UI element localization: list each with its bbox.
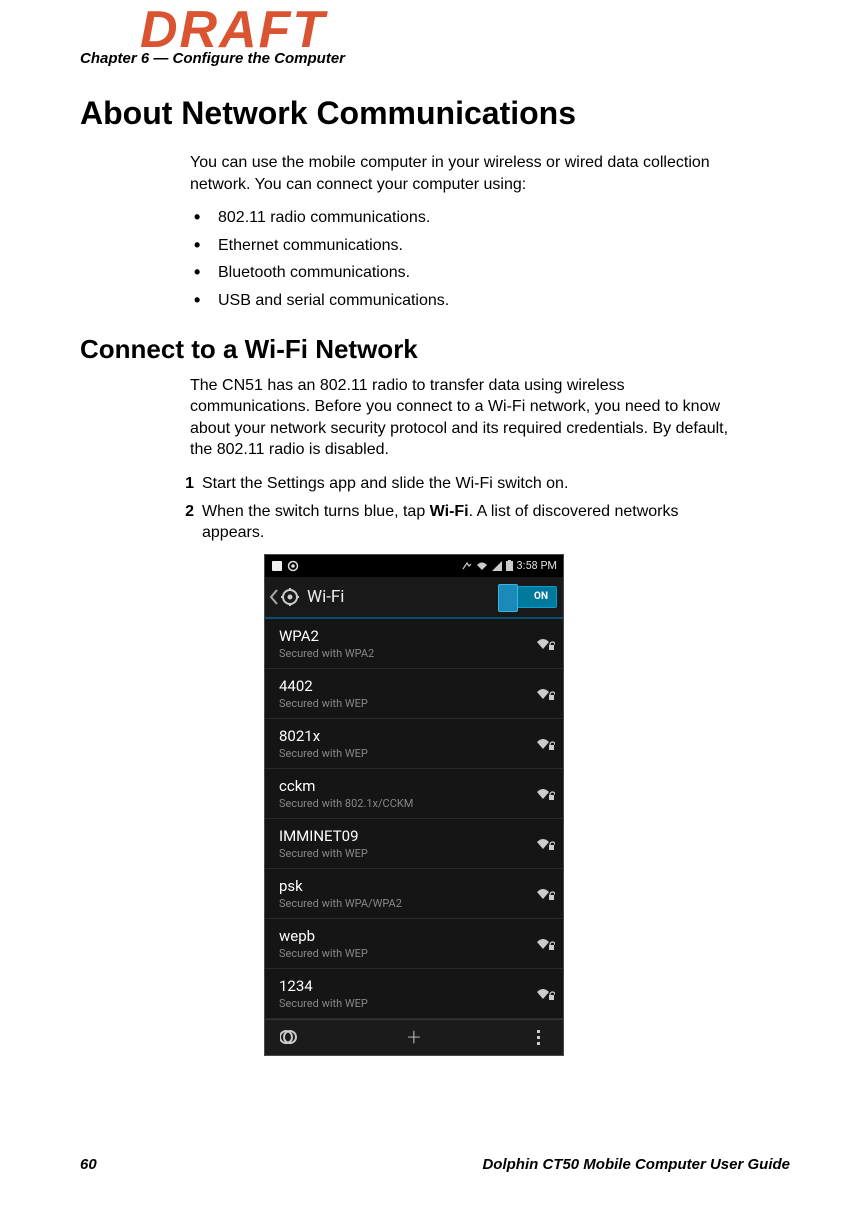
add-network-button[interactable]: + <box>403 1025 425 1049</box>
wifi-header: Wi-Fi ON <box>265 577 563 619</box>
wifi-ssid: 1234 <box>279 977 368 995</box>
wifi-security: Secured with WEP <box>279 697 368 710</box>
wifi-network-row[interactable]: cckm Secured with 802.1x/CCKM <box>265 769 563 819</box>
status-bar: 3:58 PM <box>265 555 563 577</box>
wifi-ssid: cckm <box>279 777 413 795</box>
wifi-settings-screenshot: 3:58 PM Wi-Fi ON WPA2 Secured with WPA2 4… <box>264 554 564 1056</box>
wifi-signal-lock-icon <box>535 685 555 701</box>
wifi-steps: 1 Start the Settings app and slide the W… <box>172 473 732 544</box>
wifi-network-row[interactable]: WPA2 Secured with WPA2 <box>265 619 563 669</box>
wifi-network-row[interactable]: wepb Secured with WEP <box>265 919 563 969</box>
wps-button[interactable] <box>279 1029 301 1045</box>
step-number: 1 <box>172 473 194 495</box>
status-time: 3:58 PM <box>517 559 557 572</box>
wifi-toggle[interactable]: ON <box>503 586 557 608</box>
battery-icon <box>506 560 513 571</box>
list-item: Ethernet communications. <box>190 235 730 257</box>
wifi-network-list: WPA2 Secured with WPA2 4402 Secured with W… <box>265 619 563 1019</box>
wifi-ssid: 8021x <box>279 727 368 745</box>
step-2: 2 When the switch turns blue, tap Wi-Fi.… <box>172 501 732 544</box>
step-text: Start the Settings app and slide the Wi-… <box>202 475 568 492</box>
step-text-pre: When the switch turns blue, tap <box>202 503 430 520</box>
overflow-menu-button[interactable] <box>527 1030 549 1045</box>
wifi-security: Secured with WPA2 <box>279 647 374 660</box>
connection-types-list: 802.11 radio communications. Ethernet co… <box>190 207 730 311</box>
step-bold-wifi: Wi-Fi <box>430 503 469 520</box>
wifi-signal-lock-icon <box>535 935 555 951</box>
wifi-network-row[interactable]: 8021x Secured with WEP <box>265 719 563 769</box>
draft-watermark: DRAFT <box>140 0 326 60</box>
wifi-security: Secured with WEP <box>279 747 368 760</box>
bottom-action-bar: + <box>265 1019 563 1055</box>
wifi-security: Secured with 802.1x/CCKM <box>279 797 413 810</box>
wifi-ssid: WPA2 <box>279 627 374 645</box>
heading-connect-wifi: Connect to a Wi-Fi Network <box>80 334 790 365</box>
step-number: 2 <box>172 501 194 523</box>
wifi-signal-lock-icon <box>535 835 555 851</box>
plus-icon: + <box>407 1025 421 1049</box>
wifi-security: Secured with WEP <box>279 997 368 1010</box>
wifi-ssid: psk <box>279 877 402 895</box>
wifi-header-title: Wi-Fi <box>307 587 495 607</box>
chevron-left-icon <box>269 589 279 605</box>
back-button[interactable] <box>269 588 299 606</box>
wifi-ssid: 4402 <box>279 677 368 695</box>
wifi-signal-lock-icon <box>535 885 555 901</box>
gear-icon <box>287 560 299 572</box>
overflow-icon <box>537 1030 540 1045</box>
list-item: 802.11 radio communications. <box>190 207 730 229</box>
wifi-security: Secured with WEP <box>279 947 368 960</box>
wifi-network-row[interactable]: 4402 Secured with WEP <box>265 669 563 719</box>
wifi-signal-lock-icon <box>535 785 555 801</box>
heading-about-network-communications: About Network Communications <box>80 95 790 132</box>
list-item: USB and serial communications. <box>190 290 730 312</box>
wps-icon <box>280 1029 300 1045</box>
page-number: 60 <box>80 1156 97 1173</box>
guide-title: Dolphin CT50 Mobile Computer User Guide <box>482 1156 790 1173</box>
wifi-ssid: IMMINET09 <box>279 827 368 845</box>
wifi-signal-lock-icon <box>535 985 555 1001</box>
wifi-network-row[interactable]: psk Secured with WPA/WPA2 <box>265 869 563 919</box>
wifi-signal-lock-icon <box>535 735 555 751</box>
settings-gear-icon <box>281 588 299 606</box>
wifi-network-row[interactable]: IMMINET09 Secured with WEP <box>265 819 563 869</box>
signal-icon <box>492 561 502 571</box>
intro-paragraph: You can use the mobile computer in your … <box>190 152 730 195</box>
step-1: 1 Start the Settings app and slide the W… <box>172 473 732 495</box>
wifi-toggle-label: ON <box>534 591 548 602</box>
wifi-security: Secured with WPA/WPA2 <box>279 897 402 910</box>
page-footer: 60 Dolphin CT50 Mobile Computer User Gui… <box>80 1156 790 1173</box>
activity-icon <box>462 561 472 571</box>
wifi-network-row[interactable]: 1234 Secured with WEP <box>265 969 563 1019</box>
list-item: Bluetooth communications. <box>190 262 730 284</box>
wifi-ssid: wepb <box>279 927 368 945</box>
wifi-signal-lock-icon <box>535 635 555 651</box>
wifi-intro-paragraph: The CN51 has an 802.11 radio to transfer… <box>190 375 730 461</box>
step-text: When the switch turns blue, tap Wi-Fi. A… <box>202 503 679 542</box>
status-app-icon <box>271 560 283 572</box>
wifi-security: Secured with WEP <box>279 847 368 860</box>
wifi-icon <box>476 561 488 571</box>
